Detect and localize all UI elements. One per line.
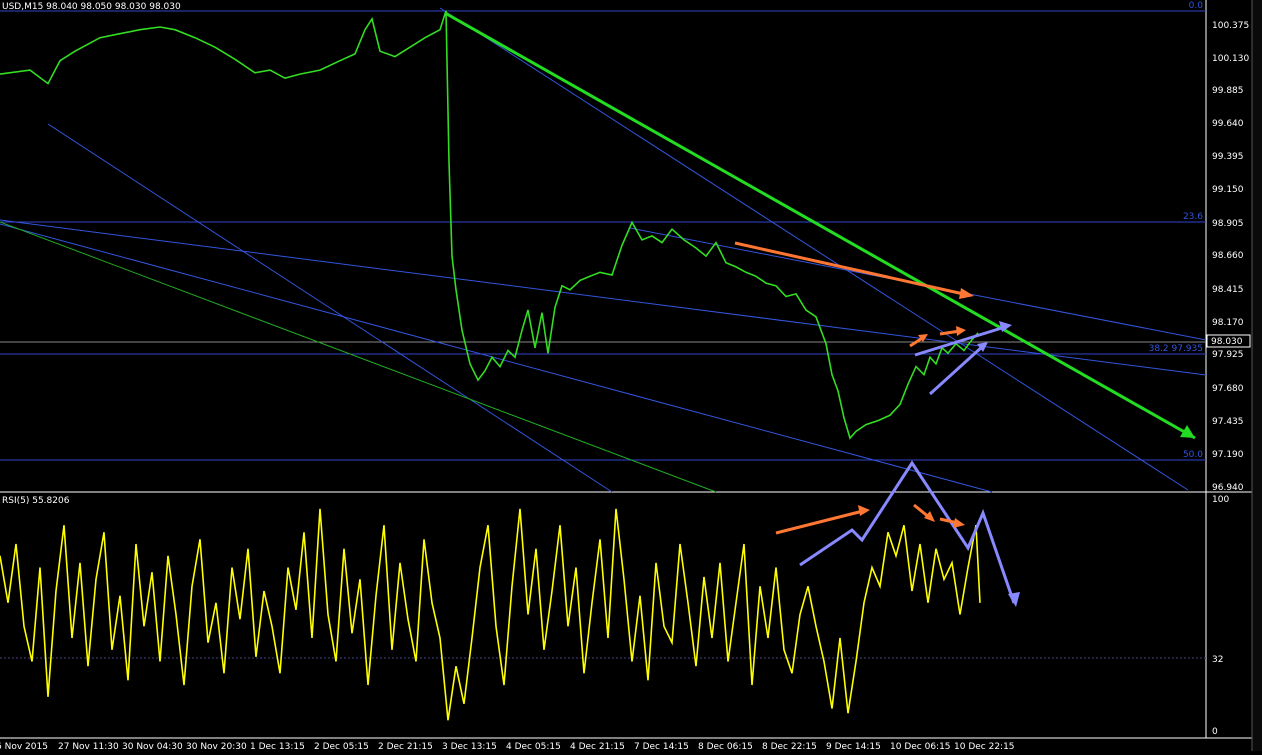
rsi-tick-label: 0 [1212,727,1218,737]
price-tick-label: 98.415 [1212,285,1244,295]
time-tick-label: 3 Dec 13:15 [442,742,497,751]
price-tick-label: 97.925 [1212,350,1244,360]
time-tick-label: 10 Dec 06:15 [890,742,951,751]
rsi-indicator-title: RSI(5) 55.8206 [2,496,70,506]
price-tick-label: 97.680 [1212,384,1244,394]
price-tick-label: 100.375 [1212,21,1249,31]
time-tick-label: 8 Dec 06:15 [698,742,753,751]
current-price-label: 98.030 [1211,337,1243,347]
time-tick-label: 2 Dec 05:15 [314,742,369,751]
fibo-label-38-2: 38.2 97.935 [1149,344,1203,354]
price-tick-label: 99.395 [1212,152,1244,162]
time-tick-label: 9 Dec 14:15 [826,742,881,751]
price-tick-label: 99.885 [1212,86,1244,96]
rsi-tick-label: 100 [1212,495,1229,505]
price-tick-label: 98.905 [1212,219,1244,229]
time-tick-label: 1 Dec 13:15 [250,742,305,751]
price-tick-label: 100.130 [1212,54,1249,64]
price-tick-label: 98.170 [1212,318,1244,328]
right-scrollbar[interactable] [1252,0,1262,751]
time-tick-label: 7 Dec 14:15 [634,742,689,751]
time-tick-label: 6 Nov 2015 [0,742,48,751]
time-tick-label: 4 Dec 05:15 [506,742,561,751]
price-tick-label: 96.940 [1212,483,1244,493]
fibo-label-23-6: 23.6 [1183,212,1203,222]
time-tick-label: 2 Dec 21:15 [378,742,433,751]
time-tick-label: 8 Dec 22:15 [762,742,817,751]
price-tick-label: 98.660 [1212,251,1244,261]
price-tick-label: 99.640 [1212,119,1244,129]
chart-canvas[interactable]: 0.0 23.6 38.2 97.935 50.0 USD,M15 98.040… [0,0,1262,752]
price-tick-label: 97.435 [1212,417,1244,427]
price-tick-label: 99.150 [1212,185,1244,195]
fibo-label-50: 50.0 [1183,450,1203,460]
rsi-tick-label: 32 [1212,655,1223,665]
time-tick-label: 27 Nov 11:30 [58,742,119,751]
time-axis[interactable]: 6 Nov 2015 27 Nov 11:30 30 Nov 04:30 30 … [0,742,1015,752]
time-tick-label: 30 Nov 20:30 [186,742,247,751]
price-chart-title: USD,M15 98.040 98.050 98.030 98.030 [2,2,181,12]
fibo-label-0: 0.0 [1189,1,1204,11]
time-tick-label: 10 Dec 22:15 [954,742,1015,751]
time-tick-label: 30 Nov 04:30 [122,742,183,751]
time-tick-label: 4 Dec 21:15 [570,742,625,751]
price-tick-label: 97.190 [1212,450,1244,460]
trading-chart-window: 0.0 23.6 38.2 97.935 50.0 USD,M15 98.040… [0,0,1262,752]
